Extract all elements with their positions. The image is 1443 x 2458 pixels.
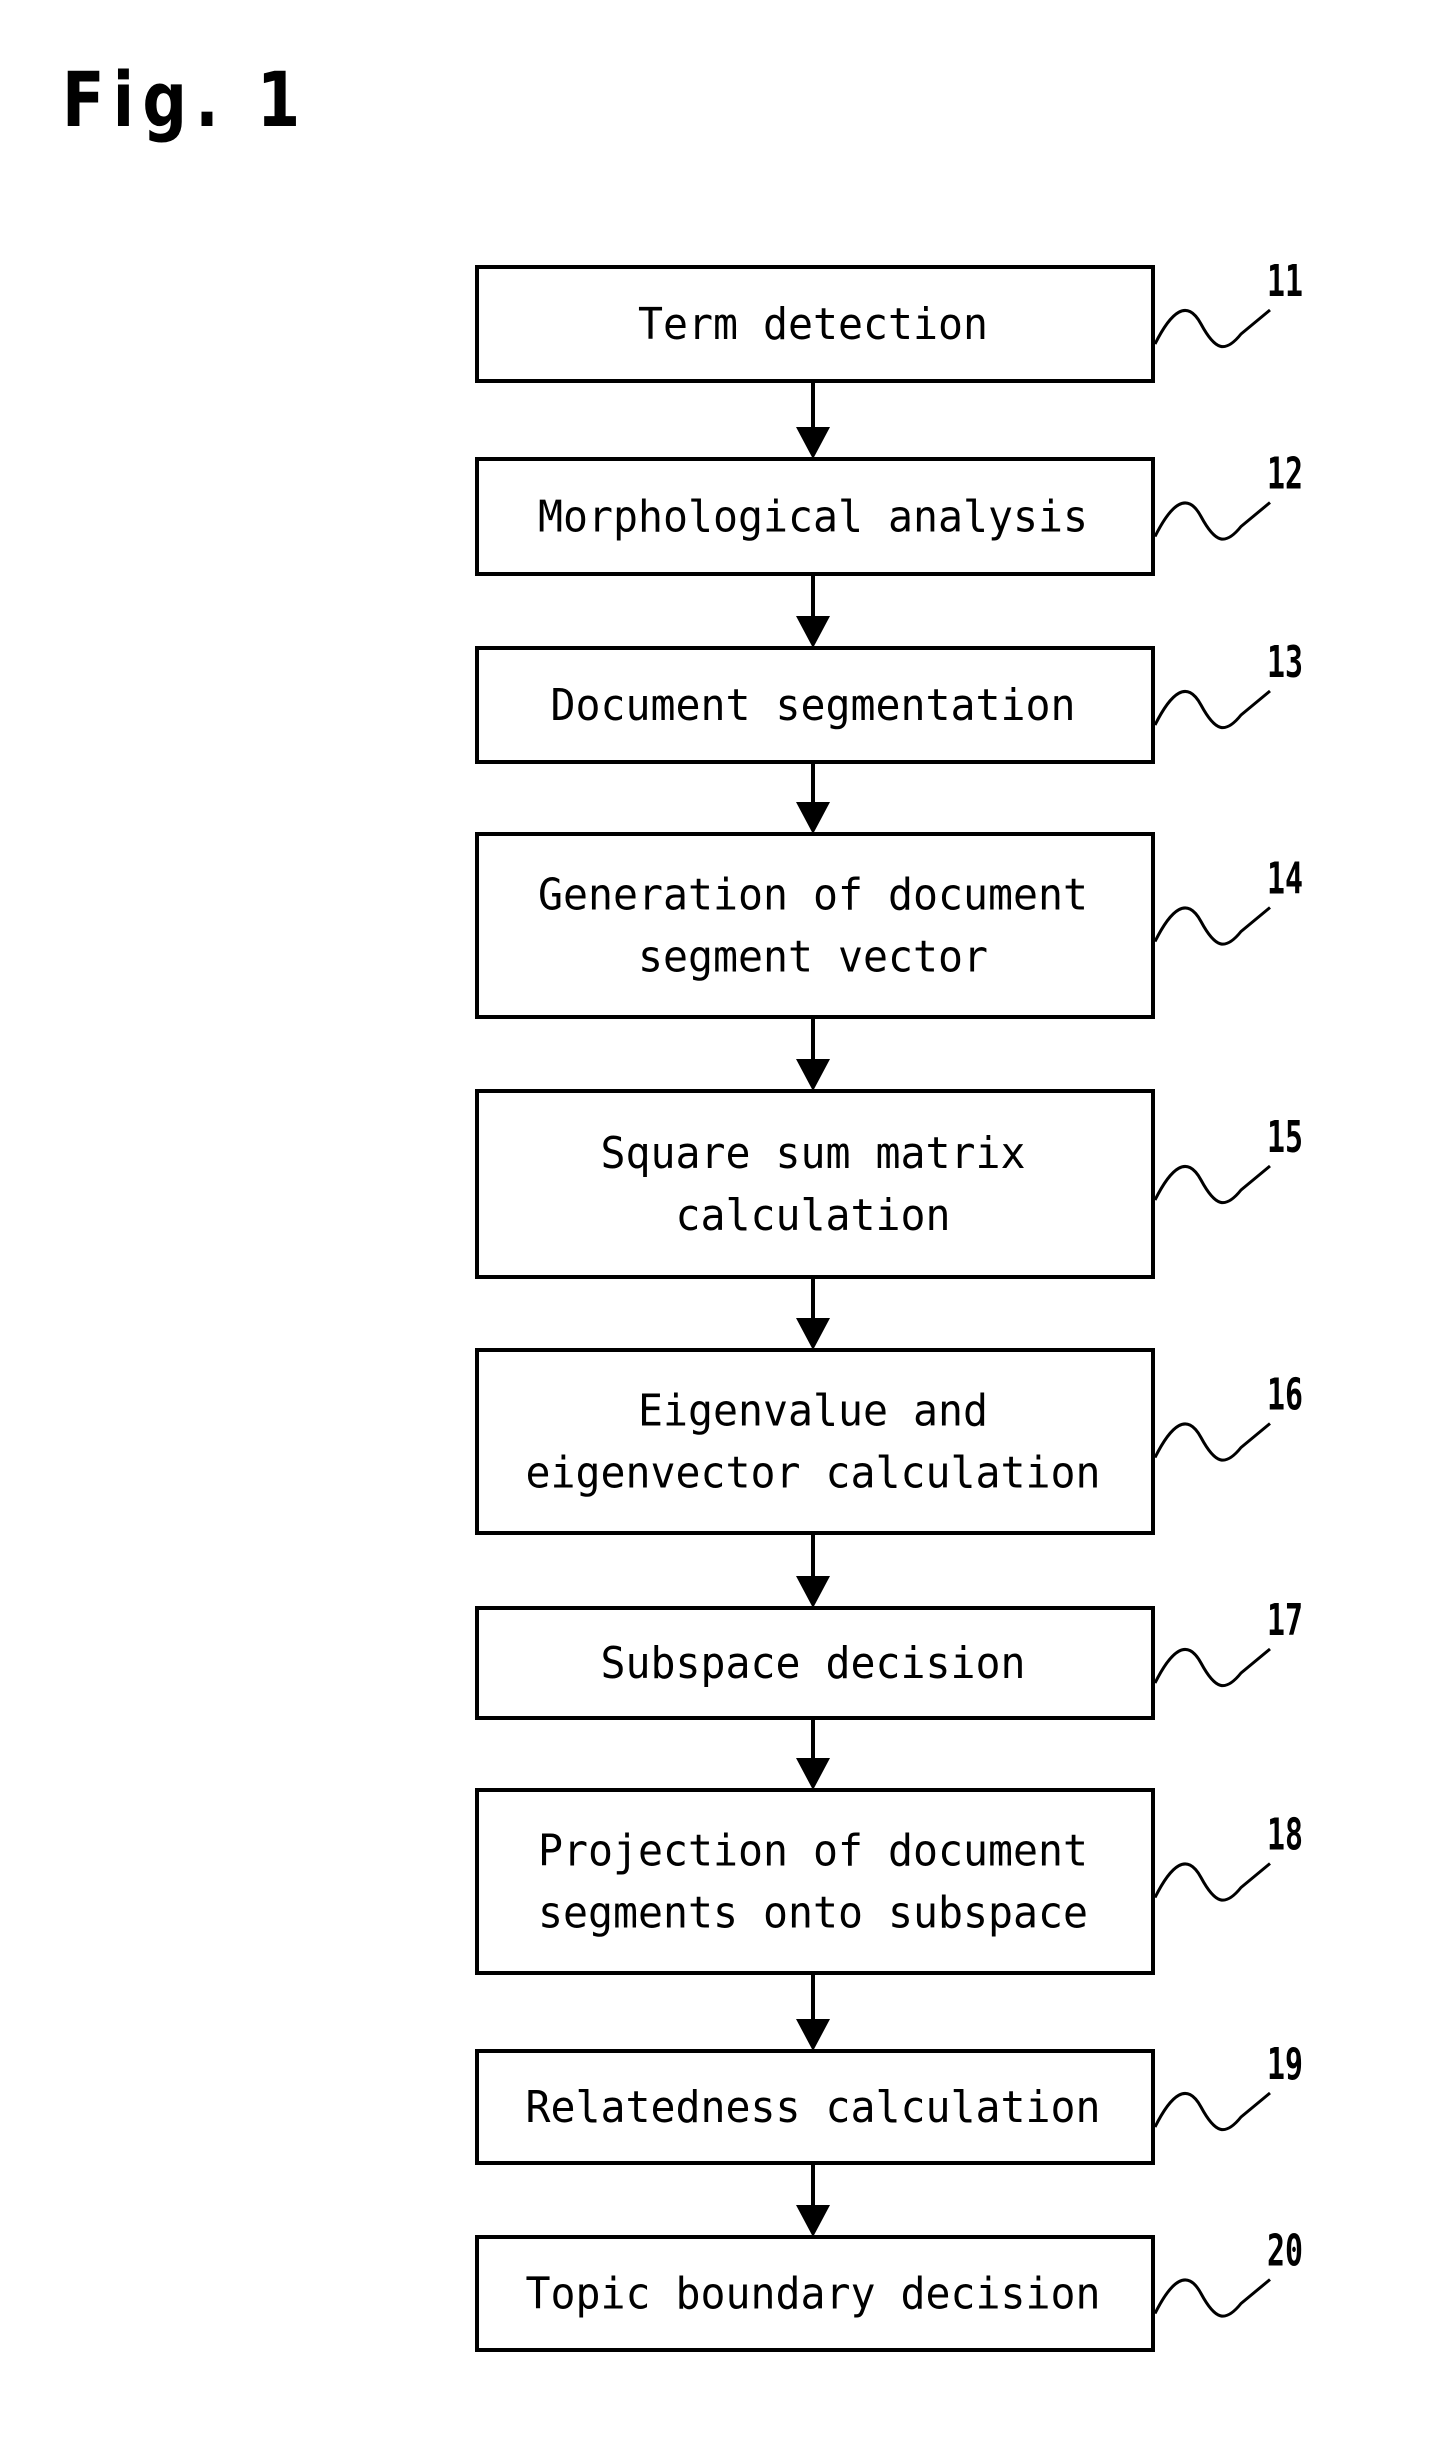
arrow-down-icon bbox=[796, 2205, 830, 2237]
step-label: Document segmentation bbox=[551, 680, 1076, 731]
step-label: Projection of document bbox=[538, 1826, 1088, 1877]
arrow-down-icon bbox=[796, 1576, 830, 1608]
reference-leader-squiggle bbox=[1153, 2091, 1271, 2132]
figure-canvas: Fig. 1 Term detection 11 Morphological ana… bbox=[0, 0, 1443, 2453]
step-label: Square sum matrix bbox=[601, 1128, 1026, 1179]
step-label: eigenvector calculation bbox=[526, 1448, 1101, 1499]
step-box bbox=[475, 832, 1155, 1019]
reference-leader-squiggle bbox=[1153, 1164, 1271, 1205]
arrow-down-icon bbox=[796, 1059, 830, 1091]
reference-number: 19 bbox=[1267, 2039, 1303, 2090]
arrow-down-icon bbox=[796, 2019, 830, 2051]
step-label: Topic boundary decision bbox=[526, 2269, 1101, 2320]
reference-number: 13 bbox=[1267, 637, 1303, 688]
reference-number: 15 bbox=[1267, 1112, 1303, 1163]
reference-leader-squiggle bbox=[1153, 906, 1271, 946]
step-label: Subspace decision bbox=[601, 1638, 1026, 1689]
step-box bbox=[475, 1788, 1155, 1975]
arrow-down-icon bbox=[796, 802, 830, 834]
reference-leader-squiggle bbox=[1153, 1422, 1271, 1462]
arrow-down-icon bbox=[796, 616, 830, 648]
step-label: segments onto subspace bbox=[538, 1888, 1088, 1939]
step-label: calculation bbox=[676, 1190, 951, 1241]
reference-number: 20 bbox=[1267, 2226, 1303, 2277]
step-label: Generation of document bbox=[538, 870, 1088, 921]
reference-number: 11 bbox=[1267, 256, 1303, 307]
figure-title: Fig. 1 bbox=[62, 55, 309, 144]
reference-leader-squiggle bbox=[1153, 1647, 1271, 1688]
reference-leader-squiggle bbox=[1153, 2278, 1271, 2318]
reference-leader-squiggle bbox=[1153, 1862, 1271, 1902]
reference-number: 14 bbox=[1267, 854, 1303, 905]
flowchart: Term detection 11 Morphological analysis 12… bbox=[475, 256, 1303, 2352]
arrow-down-icon bbox=[796, 1758, 830, 1790]
step-box bbox=[475, 1348, 1155, 1535]
reference-number: 12 bbox=[1267, 449, 1303, 500]
step-label: segment vector bbox=[638, 932, 988, 983]
step-label: Term detection bbox=[638, 299, 988, 350]
reference-number: 17 bbox=[1267, 1595, 1303, 1646]
reference-number: 16 bbox=[1267, 1370, 1303, 1421]
arrow-down-icon bbox=[796, 427, 830, 459]
arrow-down-icon bbox=[796, 1318, 830, 1350]
reference-leader-squiggle bbox=[1153, 308, 1271, 349]
step-label: Relatedness calculation bbox=[526, 2082, 1101, 2133]
reference-leader-squiggle bbox=[1153, 689, 1271, 730]
reference-number: 18 bbox=[1267, 1810, 1303, 1861]
step-box bbox=[475, 1089, 1155, 1279]
step-label: Morphological analysis bbox=[538, 492, 1088, 543]
reference-leader-squiggle bbox=[1153, 501, 1271, 541]
step-label: Eigenvalue and bbox=[638, 1386, 988, 1437]
